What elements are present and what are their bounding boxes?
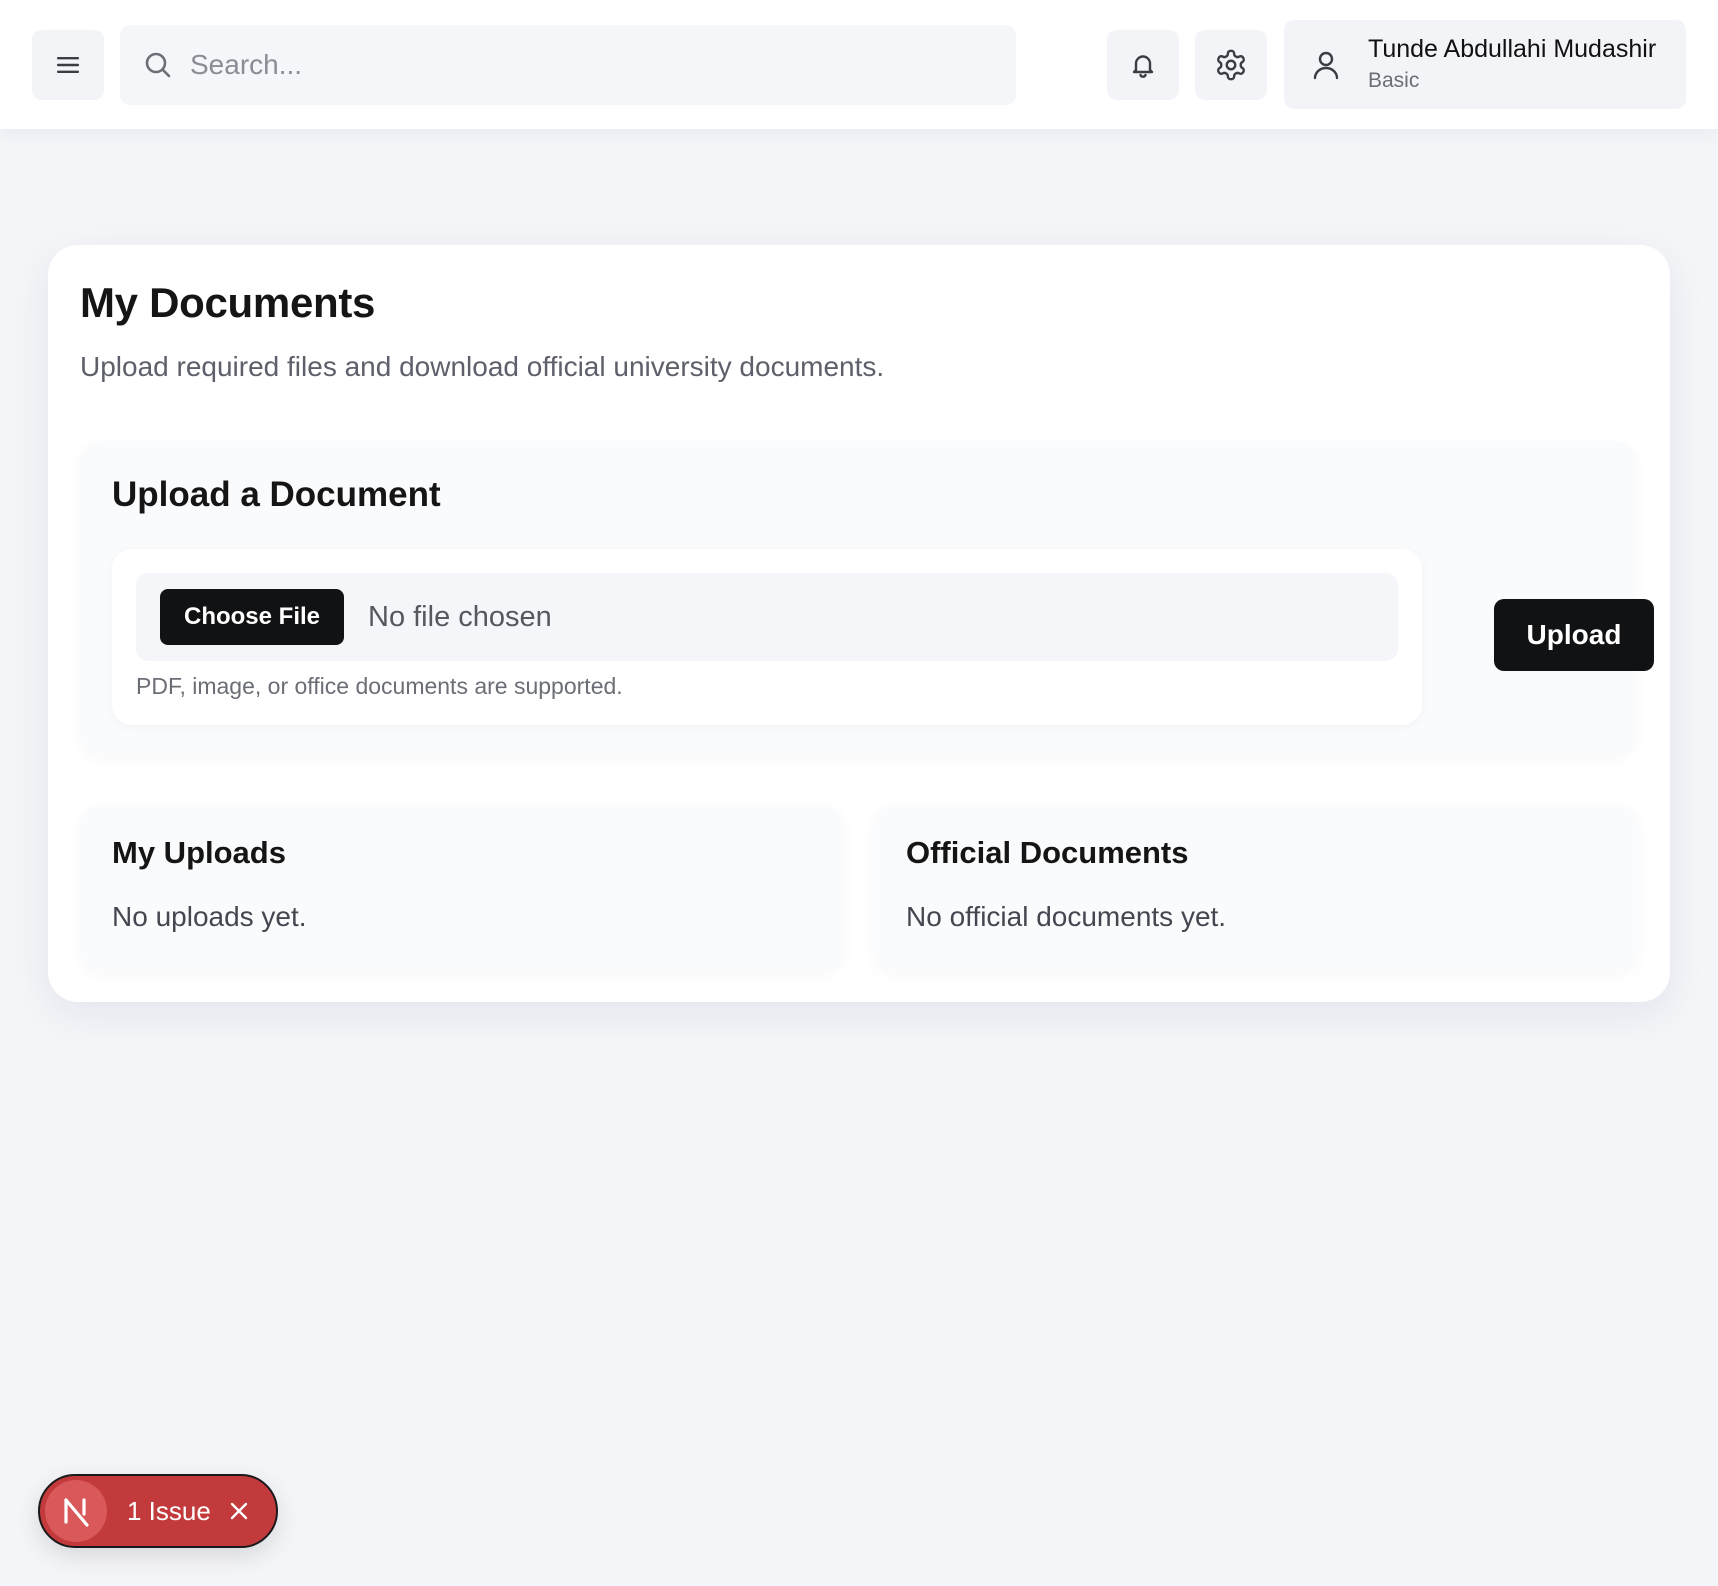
issues-count: 1 Issue [127, 1495, 211, 1526]
gear-icon [1217, 49, 1245, 81]
documents-card: My Documents Upload required files and d… [48, 245, 1670, 1002]
my-uploads-card: My Uploads No uploads yet. [80, 805, 844, 971]
file-picker-panel: Choose File No file chosen PDF, image, o… [112, 549, 1422, 725]
choose-file-button[interactable]: Choose File [160, 589, 344, 645]
menu-button[interactable] [32, 30, 104, 100]
upload-button[interactable]: Upload [1494, 599, 1654, 671]
official-documents-empty: No official documents yet. [906, 901, 1227, 932]
settings-button[interactable] [1195, 30, 1267, 100]
upload-section-title: Upload a Document [112, 475, 441, 514]
page-subtitle: Upload required files and download offic… [80, 351, 885, 382]
file-input[interactable]: Choose File No file chosen [136, 573, 1398, 661]
search-input[interactable] [190, 49, 970, 81]
file-hint: PDF, image, or office documents are supp… [136, 673, 623, 699]
my-uploads-empty: No uploads yet. [112, 901, 307, 932]
issues-badge[interactable]: 1 Issue [38, 1474, 278, 1548]
search-bar [120, 25, 1016, 105]
official-documents-title: Official Documents [906, 835, 1189, 870]
file-status: No file chosen [368, 600, 552, 633]
my-uploads-title: My Uploads [112, 835, 286, 870]
close-icon[interactable] [229, 1501, 249, 1521]
user-icon [1312, 50, 1340, 80]
menu-icon [57, 57, 79, 73]
user-plan: Basic [1368, 68, 1420, 92]
user-info: Tunde Abdullahi Mudashir Basic [1368, 34, 1656, 96]
search-icon [144, 51, 172, 79]
nextjs-logo-icon [45, 1480, 107, 1542]
official-documents-card: Official Documents No official documents… [874, 805, 1638, 971]
top-bar: Tunde Abdullahi Mudashir Basic [0, 0, 1718, 129]
user-profile-button[interactable]: Tunde Abdullahi Mudashir Basic [1284, 20, 1686, 109]
notifications-button[interactable] [1107, 30, 1179, 100]
page-title: My Documents [80, 279, 376, 326]
upload-section: Upload a Document Choose File No file ch… [80, 441, 1654, 755]
user-name: Tunde Abdullahi Mudashir [1368, 34, 1657, 63]
bell-icon [1132, 55, 1154, 78]
